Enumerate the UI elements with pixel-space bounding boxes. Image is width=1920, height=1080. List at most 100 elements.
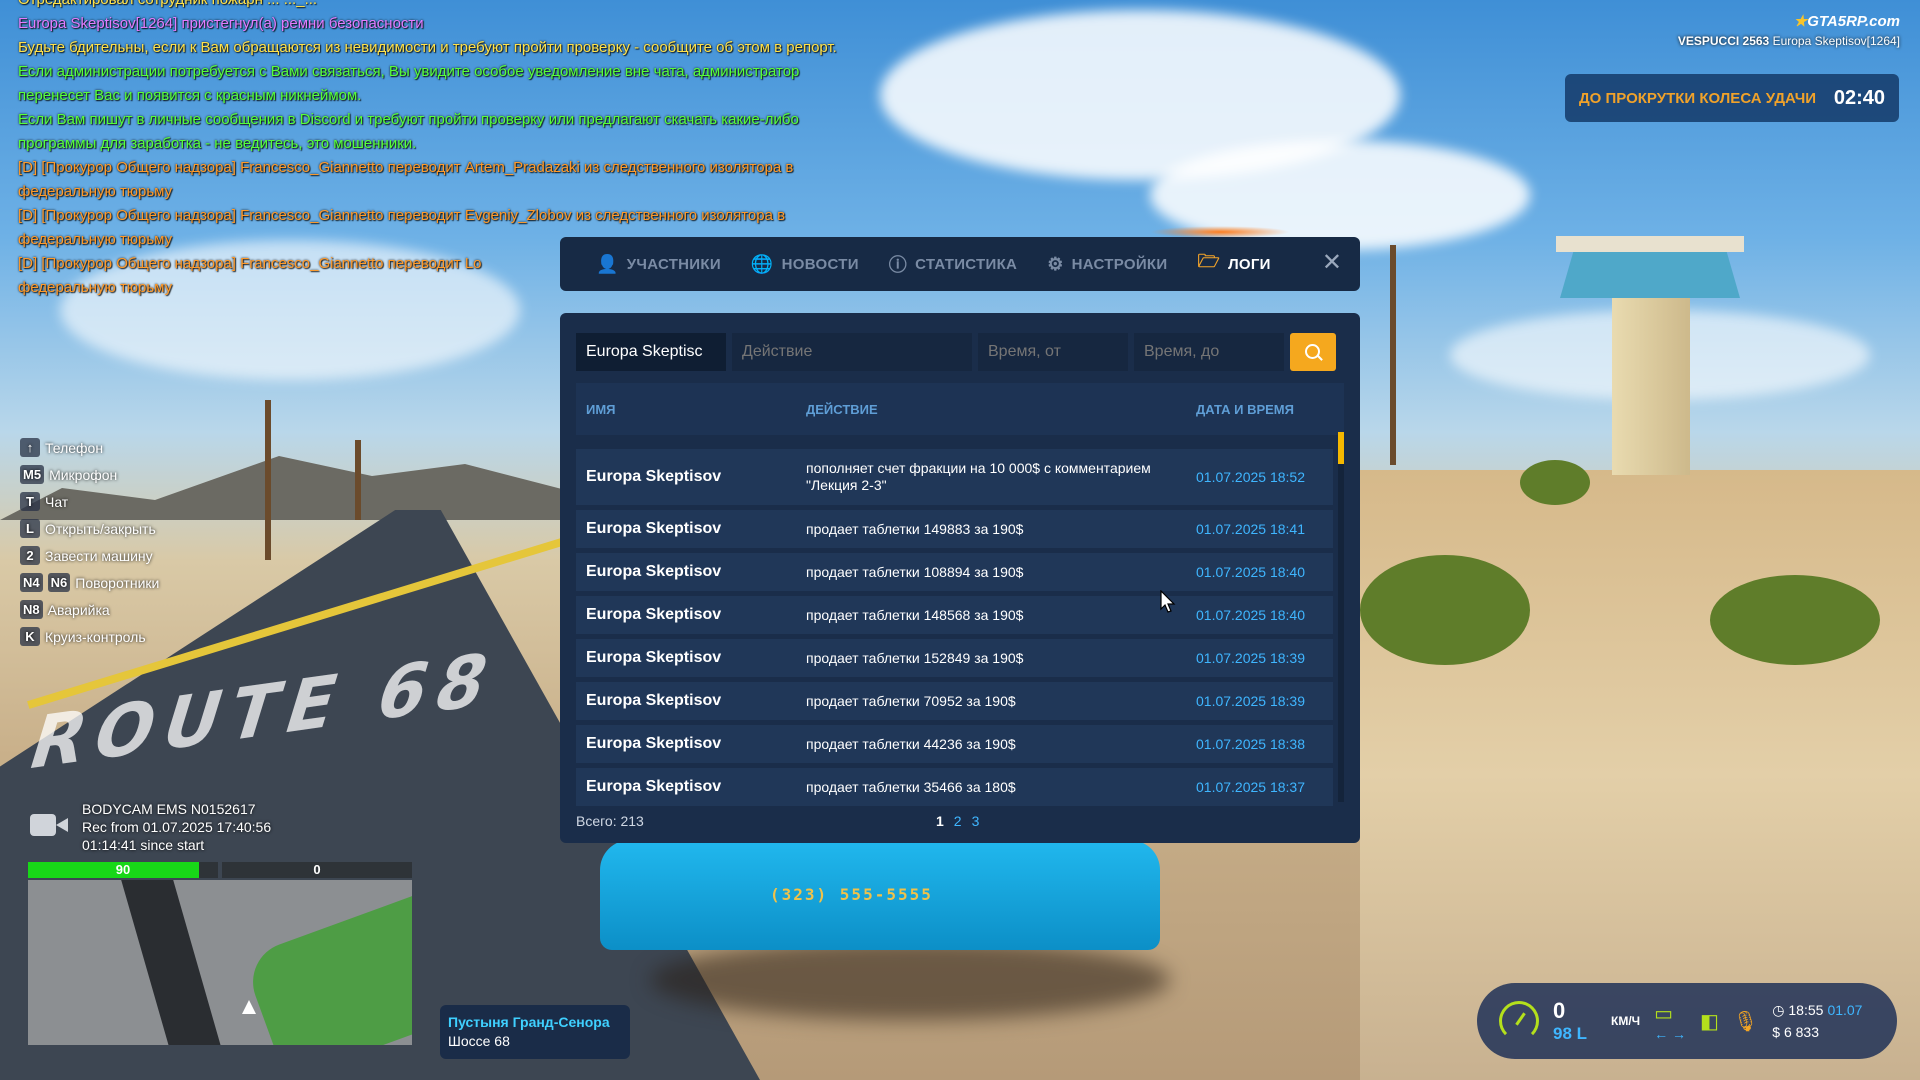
key-badge: N8 bbox=[20, 600, 43, 619]
row-action: продает таблетки 44236 за 190$ bbox=[806, 735, 1016, 752]
key-badge: N6 bbox=[47, 573, 71, 592]
star-icon: ★ bbox=[1793, 13, 1808, 30]
panel-tabs: 👤 УЧАСТНИКИ 🌐 НОВОСТИ ⓘ СТАТИСТИКА ⚙ НАСТРОЙКИ 🗁… bbox=[560, 237, 1360, 291]
logs-panel: ИМЯ ДЕЙСТВИЕ ДАТА И ВРЕМЯ Europa Skeptis… bbox=[560, 313, 1360, 843]
watchtower-cabin bbox=[1560, 248, 1740, 298]
search-button[interactable] bbox=[1290, 333, 1336, 371]
tab-user[interactable]: 👤 УЧАСТНИКИ bbox=[596, 254, 721, 275]
page-link[interactable]: 1 bbox=[936, 813, 944, 829]
log-filters bbox=[576, 333, 1344, 371]
row-action: продает таблетки 148568 за 190$ bbox=[806, 606, 1024, 623]
key-badge: ↑ bbox=[20, 438, 40, 457]
row-name: Europa Skeptisov bbox=[586, 563, 722, 580]
car-shadow bbox=[650, 940, 1170, 1020]
row-name: Europa Skeptisov bbox=[586, 778, 722, 795]
tab-label: НОВОСТИ bbox=[781, 255, 859, 273]
hint-label: Поворотники bbox=[75, 574, 160, 591]
log-rows[interactable]: Europa Skeptisov пополняет счет фракции н… bbox=[576, 449, 1344, 824]
row-date: 01.07.2025 18:39 bbox=[1196, 650, 1305, 666]
table-row[interactable]: Europa Skeptisov продает таблетки 35466 з… bbox=[576, 768, 1333, 806]
row-name: Europa Skeptisov bbox=[586, 649, 722, 666]
armor-bar: 0 bbox=[222, 862, 412, 878]
watchtower bbox=[1612, 285, 1690, 475]
chat-line: федеральную тюрьму bbox=[18, 183, 173, 200]
row-name: Europa Skeptisov bbox=[586, 520, 722, 537]
speed-unit: КМ/Ч bbox=[1611, 1014, 1641, 1028]
row-date: 01.07.2025 18:40 bbox=[1196, 564, 1305, 580]
tab-folder[interactable]: 🗁 ЛОГИ bbox=[1197, 249, 1270, 279]
row-name: Europa Skeptisov bbox=[586, 735, 722, 752]
row-action: продает таблетки 149883 за 190$ bbox=[806, 520, 1024, 537]
health-value: 90 bbox=[115, 862, 131, 877]
utility-pole bbox=[265, 400, 271, 560]
table-row[interactable]: Europa Skeptisov продает таблетки 149883 … bbox=[576, 510, 1333, 548]
table-row[interactable]: Europa Skeptisov продает таблетки 44236 з… bbox=[576, 725, 1333, 763]
table-header: ИМЯ ДЕЙСТВИЕ ДАТА И ВРЕМЯ bbox=[576, 383, 1344, 435]
time-from-input[interactable] bbox=[978, 333, 1128, 371]
location-zone: Пустыня Гранд-Сенора bbox=[448, 1014, 610, 1030]
time-to-input[interactable] bbox=[1134, 333, 1284, 371]
row-action: продает таблетки 152849 за 190$ bbox=[806, 649, 1024, 666]
scroll-thumb[interactable] bbox=[1338, 432, 1344, 464]
tab-globe[interactable]: 🌐 НОВОСТИ bbox=[751, 254, 859, 275]
lucky-wheel-label: ДО ПРОКРУТКИ КОЛЕСА УДАЧИ bbox=[1579, 89, 1817, 107]
keybind-hints: ↑ Телефон M5 Микрофон T Чат L Открыть/закрыть 2 З… bbox=[20, 434, 159, 650]
table-row[interactable]: Europa Skeptisov продает таблетки 148568 … bbox=[576, 596, 1333, 634]
bodycam-overlay: BODYCAM EMS N0152617 Rec from 01.07.2025… bbox=[30, 800, 271, 854]
tab-gear[interactable]: ⚙ НАСТРОЙКИ bbox=[1047, 254, 1167, 275]
page-link[interactable]: 3 bbox=[972, 813, 980, 829]
chat-line: Если администрации потребуется с Вами св… bbox=[18, 63, 800, 80]
health-bar-fill bbox=[28, 862, 199, 878]
row-action: продает таблетки 35466 за 180$ bbox=[806, 778, 1016, 795]
watchtower-roof bbox=[1556, 236, 1744, 252]
turn-signals-icon: ← → bbox=[1654, 1025, 1686, 1042]
user-icon: 👤 bbox=[596, 253, 619, 274]
gear-icon: ⚙ bbox=[1047, 253, 1064, 274]
key-badge: M5 bbox=[20, 465, 45, 484]
log-scrollbar[interactable] bbox=[1338, 432, 1344, 802]
name-filter-input[interactable] bbox=[576, 333, 726, 371]
page-link[interactable]: 2 bbox=[954, 813, 962, 829]
table-row[interactable]: Europa Skeptisov продает таблетки 152849 … bbox=[576, 639, 1333, 677]
tab-info[interactable]: ⓘ СТАТИСТИКА bbox=[889, 251, 1017, 277]
chat-line: Будьте бдительны, если к Вам обращаются … bbox=[18, 39, 837, 56]
total-count: Всего: 213 bbox=[576, 813, 644, 829]
table-row[interactable]: Europa Skeptisov пополняет счет фракции н… bbox=[576, 449, 1333, 505]
chat-line: [D] [Прокурор Общего надзора] Francesco_… bbox=[18, 159, 794, 176]
hint-label: Аварийка bbox=[47, 601, 110, 618]
pagination: 123 bbox=[936, 813, 979, 829]
hud-date: 01.07 bbox=[1827, 1002, 1863, 1018]
keybind-hint: ↑ Телефон bbox=[20, 434, 159, 461]
fuel-value: 98 L bbox=[1553, 1024, 1588, 1043]
table-footer: Всего: 213 123 bbox=[576, 813, 1344, 829]
bodycam-since: 01:14:41 since start bbox=[82, 837, 205, 853]
table-row[interactable]: Europa Skeptisov продает таблетки 108894 … bbox=[576, 553, 1333, 591]
car-plate: (323) 555-5555 bbox=[770, 885, 933, 904]
action-filter-input[interactable] bbox=[732, 333, 972, 371]
hud-time: 18:55 bbox=[1788, 1002, 1824, 1018]
info-icon: ⓘ bbox=[888, 255, 908, 275]
server-brand: ★GTA5RP.com VESPUCCI 2563 Europa Skeptis… bbox=[1678, 12, 1900, 48]
keybind-hint: K Круиз-контроль bbox=[20, 623, 159, 650]
hud-money: 6 833 bbox=[1783, 1024, 1820, 1040]
utility-pole bbox=[1390, 245, 1396, 465]
row-name: Europa Skeptisov bbox=[586, 468, 722, 485]
row-action: пополняет счет фракции на 10 000$ с комм… bbox=[806, 460, 1151, 493]
player-arrow-icon bbox=[242, 1000, 256, 1014]
keybind-hint: L Открыть/закрыть bbox=[20, 515, 159, 542]
keybind-hint: N4 N6 Поворотники bbox=[20, 569, 159, 596]
globe-icon: 🌐 bbox=[750, 253, 774, 274]
chat-line: Отредактировал сотрудник пожарн ... ..._… bbox=[18, 0, 978, 12]
key-badge: K bbox=[20, 627, 40, 646]
hint-label: Завести машину bbox=[45, 547, 153, 564]
minimap-road bbox=[118, 880, 228, 1045]
status-bars: 90 0 bbox=[28, 862, 412, 878]
table-row[interactable]: Europa Skeptisov продает таблетки 70952 з… bbox=[576, 682, 1333, 720]
close-button[interactable]: ✕ bbox=[1322, 251, 1342, 275]
hint-label: Круиз-контроль bbox=[45, 628, 146, 645]
bush bbox=[1710, 575, 1880, 665]
gta5rp-logo: ★GTA5RP.com bbox=[1793, 13, 1900, 30]
row-date: 01.07.2025 18:41 bbox=[1196, 521, 1305, 537]
hint-label: Телефон bbox=[45, 439, 104, 456]
chat-line: перенесет Вас и появится с красным никне… bbox=[18, 87, 362, 104]
